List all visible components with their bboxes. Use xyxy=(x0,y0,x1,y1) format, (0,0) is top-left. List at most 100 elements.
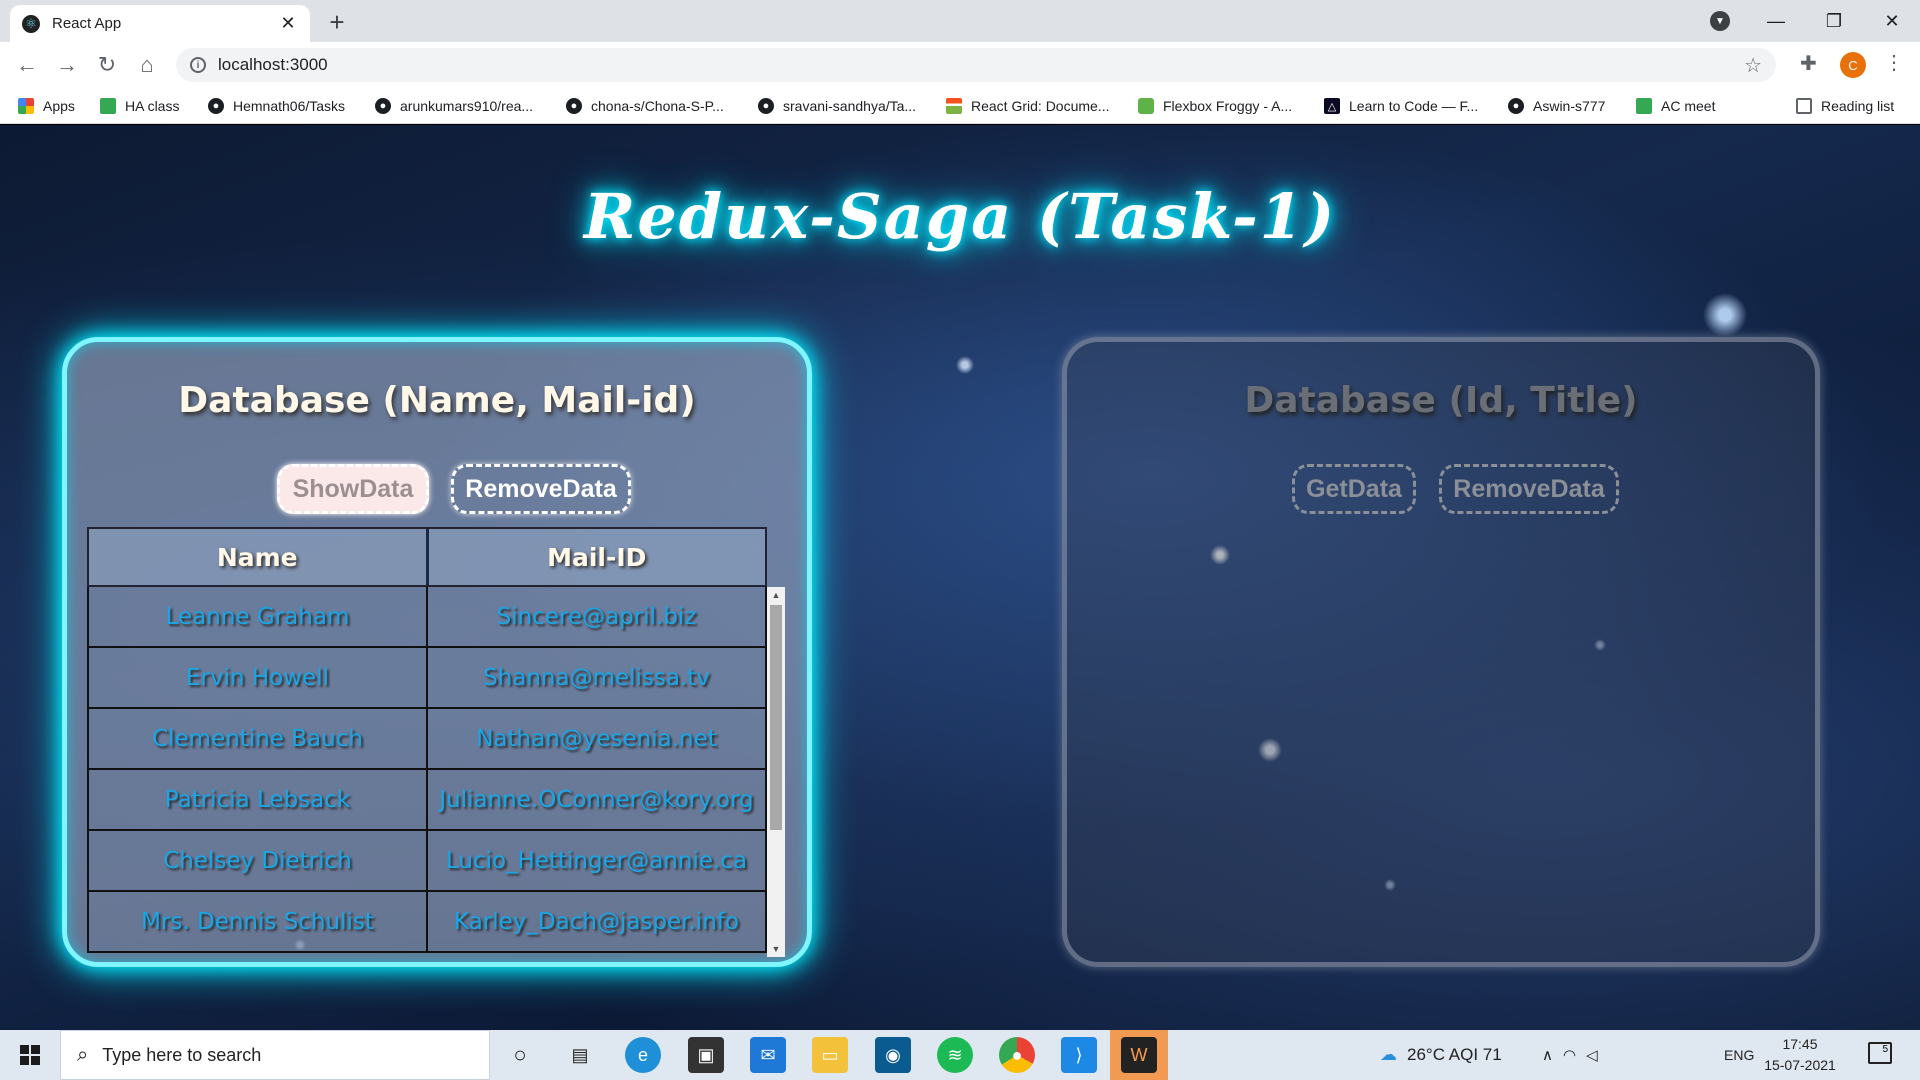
github-icon: ● xyxy=(375,98,391,114)
profile-avatar[interactable]: C xyxy=(1840,52,1866,78)
github-icon: ● xyxy=(758,98,774,114)
app-page: Redux-Saga (Task-1) Database (Name, Mail… xyxy=(0,125,1920,1030)
bookmark-arunkumar[interactable]: ● arunkumars910/rea... xyxy=(375,94,533,118)
react-favicon-icon: ⚛ xyxy=(22,14,40,33)
vscode-icon[interactable]: ⟩ xyxy=(1061,1037,1097,1073)
cortana-icon[interactable]: ○ xyxy=(502,1037,538,1073)
back-icon[interactable]: ← xyxy=(12,50,42,80)
bookmark-ha-class[interactable]: HA class xyxy=(100,94,179,118)
weather-widget[interactable]: ☁ 26°C AQI 71 xyxy=(1380,1030,1502,1080)
bookmark-label: Apps xyxy=(43,98,75,114)
bookmark-apps[interactable]: Apps xyxy=(18,94,75,118)
tab-search-icon[interactable]: ▼ xyxy=(1710,11,1730,31)
table-row: Leanne Graham Sincere@april.biz xyxy=(87,587,767,648)
window-close-icon[interactable]: ✕ xyxy=(1864,0,1920,42)
site-info-icon[interactable]: i xyxy=(190,57,206,73)
bookmark-label: HA class xyxy=(125,98,180,114)
browser-toolbar: ← → ↻ ⌂ i localhost:3000 ☆ xyxy=(0,42,1920,88)
clock-time: 17:45 xyxy=(1782,1036,1818,1052)
cell-name: Chelsey Dietrich xyxy=(89,831,428,890)
cell-name: Leanne Graham xyxy=(89,587,428,646)
reload-icon[interactable]: ↻ xyxy=(92,50,122,80)
cell-mail: Karley_Dach@jasper.info xyxy=(454,908,739,935)
file-explorer-icon[interactable]: ▭ xyxy=(812,1037,848,1073)
volume-icon[interactable]: ◁ xyxy=(1586,1046,1608,1064)
clock-date: 15-07-2021 xyxy=(1764,1057,1836,1073)
table-row: Chelsey Dietrich Lucio_Hettinger@annie.c… xyxy=(87,831,767,892)
bookmark-label: AC meet xyxy=(1661,98,1716,114)
bookmark-sravani[interactable]: ● sravani-sandhya/Ta... xyxy=(758,94,916,118)
table-scrollbar[interactable]: ▲ ▼ xyxy=(767,587,785,957)
scroll-down-icon[interactable]: ▼ xyxy=(767,941,785,957)
scroll-thumb[interactable] xyxy=(770,605,782,830)
bookmark-hemnath[interactable]: ● Hemnath06/Tasks xyxy=(208,94,345,118)
bookmark-ac-meet[interactable]: AC meet xyxy=(1636,94,1715,118)
windows-taskbar: ⌕ Type here to search ○ ▤ e ▣ ✉ ▭ ◉ ≋ ● … xyxy=(0,1030,1920,1080)
github-icon: ● xyxy=(566,98,582,114)
browser-tab[interactable]: ⚛ React App ✕ xyxy=(10,5,310,42)
waves-app-icon[interactable]: W xyxy=(1121,1037,1157,1073)
store-icon[interactable]: ▣ xyxy=(688,1037,724,1073)
posts-database-panel: Database (Id, Title) GetData RemoveData xyxy=(1062,337,1820,967)
show-data-button[interactable]: ShowData xyxy=(277,464,429,514)
taskbar-search-box[interactable]: ⌕ Type here to search xyxy=(60,1030,490,1080)
users-table: Name Mail-ID Leanne Graham Sincere@april… xyxy=(87,527,787,957)
get-data-button[interactable]: GetData xyxy=(1292,464,1416,514)
bookmarks-bar: Apps HA class ● Hemnath06/Tasks ● arunkuma… xyxy=(0,88,1920,124)
system-tray-icons[interactable]: ∧ ◠ ◁ xyxy=(1542,1030,1608,1080)
task-view-icon[interactable]: ▤ xyxy=(562,1037,598,1073)
new-tab-icon[interactable]: + xyxy=(322,8,352,38)
cell-mail: Julianne.OConner@kory.org xyxy=(439,786,754,813)
chrome-icon[interactable]: ● xyxy=(999,1037,1035,1073)
bookmark-react-grid[interactable]: React Grid: Docume... xyxy=(946,94,1110,118)
remove-posts-data-button[interactable]: RemoveData xyxy=(1439,464,1619,514)
posts-panel-title: Database (Id, Title) xyxy=(1244,380,1638,421)
bookmark-label: Aswin-s777 xyxy=(1533,98,1606,114)
remove-users-data-button[interactable]: RemoveData xyxy=(451,464,631,514)
bookmark-chona[interactable]: ● chona-s/Chona-S-P... xyxy=(566,94,724,118)
cell-mail: Nathan@yesenia.net xyxy=(476,725,717,752)
users-panel-title: Database (Name, Mail-id) xyxy=(178,380,696,421)
weather-text: 26°C AQI 71 xyxy=(1407,1045,1502,1064)
bookmark-star-icon[interactable]: ☆ xyxy=(1744,53,1762,78)
taskbar-clock[interactable]: 17:45 15-07-2021 xyxy=(1760,1034,1840,1076)
start-button[interactable] xyxy=(0,1030,60,1080)
bookmark-label: React Grid: Docume... xyxy=(971,98,1110,114)
table-header: Name Mail-ID xyxy=(87,527,767,587)
weather-icon: ☁ xyxy=(1380,1045,1397,1064)
spotify-icon[interactable]: ≋ xyxy=(937,1037,973,1073)
language-indicator[interactable]: ENG xyxy=(1724,1030,1754,1080)
freecodecamp-icon: △ xyxy=(1324,98,1340,114)
bookmark-aswin[interactable]: ● Aswin-s777 xyxy=(1508,94,1605,118)
bookmark-freecodecamp[interactable]: △ Learn to Code — F... xyxy=(1324,94,1478,118)
reading-list-button[interactable]: Reading list xyxy=(1796,94,1894,118)
edge-icon[interactable]: e xyxy=(625,1037,661,1073)
cell-mail: Lucio_Hettinger@annie.ca xyxy=(445,847,748,874)
search-placeholder: Type here to search xyxy=(102,1044,262,1065)
users-database-panel: Database (Name, Mail-id) ShowData Remove… xyxy=(62,337,812,967)
tab-close-icon[interactable]: ✕ xyxy=(278,13,298,34)
forward-icon[interactable]: → xyxy=(52,50,82,80)
browser-tab-bar: ⚛ React App ✕ + ▼ — ❐ ✕ xyxy=(0,0,1920,42)
extensions-puzzle-icon[interactable]: ✚ xyxy=(1800,51,1817,76)
home-icon[interactable]: ⌂ xyxy=(132,50,162,80)
bookmark-flexbox-froggy[interactable]: Flexbox Froggy - A... xyxy=(1138,94,1292,118)
reading-list-label: Reading list xyxy=(1821,98,1895,114)
notification-center-icon[interactable]: 5 xyxy=(1868,1042,1892,1064)
mail-icon[interactable]: ✉ xyxy=(750,1037,786,1073)
scroll-up-icon[interactable]: ▲ xyxy=(767,587,785,603)
minimize-icon[interactable]: — xyxy=(1748,0,1804,42)
cell-name: Ervin Howell xyxy=(89,648,428,707)
bookmark-label: chona-s/Chona-S-P... xyxy=(591,98,724,114)
restore-icon[interactable]: ❐ xyxy=(1806,0,1862,42)
menu-kebab-icon[interactable]: ⋮ xyxy=(1884,50,1904,75)
github-icon: ● xyxy=(1508,98,1524,114)
cell-name: Clementine Bauch xyxy=(89,709,428,768)
github-icon: ● xyxy=(208,98,224,114)
froggy-icon xyxy=(1138,98,1154,114)
apps-grid-icon xyxy=(18,98,34,114)
dell-icon[interactable]: ◉ xyxy=(875,1037,911,1073)
chevron-up-icon[interactable]: ∧ xyxy=(1542,1046,1563,1064)
address-bar[interactable]: i localhost:3000 ☆ xyxy=(176,48,1776,82)
wifi-icon[interactable]: ◠ xyxy=(1563,1046,1586,1064)
